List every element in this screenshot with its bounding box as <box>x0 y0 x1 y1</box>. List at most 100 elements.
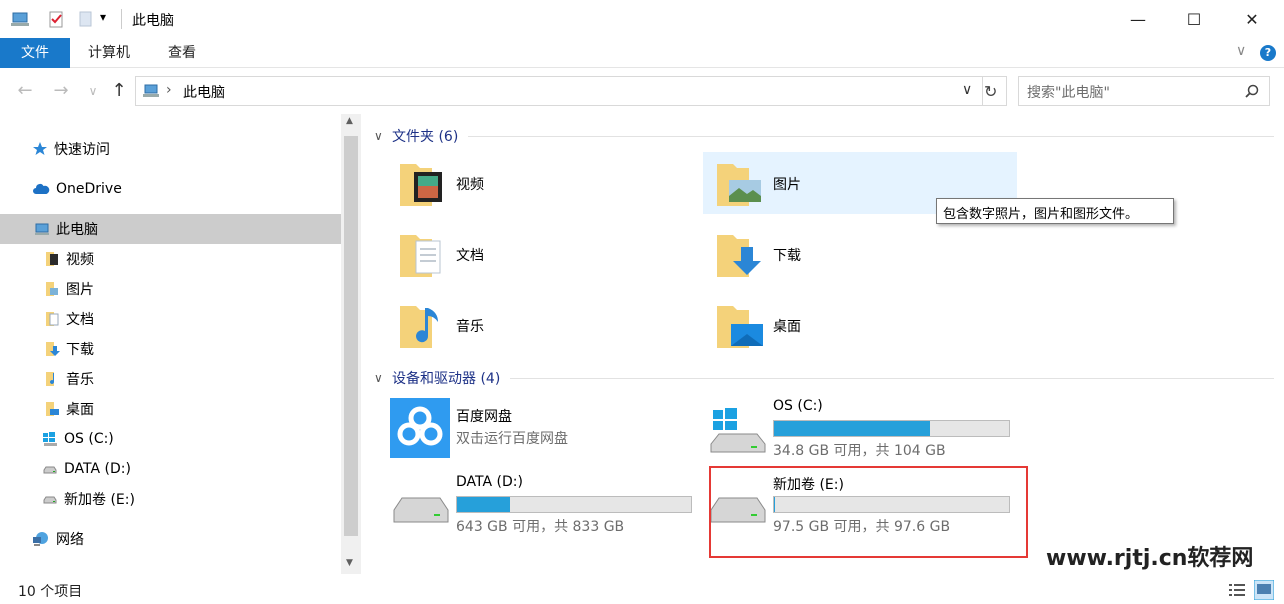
folder-tile-documents[interactable]: 文档 <box>386 223 700 285</box>
divider <box>468 135 1274 137</box>
sidebar-item-label: 下载 <box>66 342 94 358</box>
tab-computer[interactable]: 计算机 <box>70 38 148 68</box>
videos-folder-icon <box>400 164 442 206</box>
sidebar-item-label: 新加卷 (E:) <box>64 492 135 508</box>
folder-tile-downloads[interactable]: 下载 <box>703 223 1017 285</box>
drive-icon <box>43 496 57 504</box>
highlight-box <box>709 466 1028 558</box>
divider <box>121 9 122 29</box>
pictures-folder-icon <box>46 282 58 296</box>
windows-drive-icon <box>710 408 766 453</box>
desktop-folder-icon <box>717 306 763 348</box>
sidebar-item-data-d[interactable]: DATA (D:) <box>0 454 341 484</box>
computer-icon[interactable] <box>10 9 30 29</box>
scroll-down-button[interactable]: ▼ <box>346 558 353 568</box>
tab-file[interactable]: 文件 <box>0 38 70 68</box>
scroll-up-button[interactable]: ▲ <box>346 116 353 126</box>
tile-label: 视频 <box>456 177 484 193</box>
navigation-bar: ← → ∨ ↑ › 此电脑 ∨ ↻ 搜索"此电脑" <box>0 70 1284 112</box>
tile-label: 文档 <box>456 248 484 264</box>
sidebar-item-videos[interactable]: 视频 <box>0 244 341 274</box>
sidebar-item-new-volume-e[interactable]: 新加卷 (E:) <box>0 484 341 514</box>
sidebar-item-pictures[interactable]: 图片 <box>0 274 341 304</box>
watermark-text: www.rjtj.cn软荐网 <box>1046 546 1254 571</box>
sidebar-scrollbar[interactable]: ▲ ▼ <box>341 114 361 574</box>
baidu-netdisk-icon <box>390 398 450 458</box>
tile-label: 下载 <box>773 248 801 264</box>
computer-icon <box>35 223 49 235</box>
folder-tile-desktop[interactable]: 桌面 <box>703 294 1017 356</box>
properties-icon[interactable] <box>46 9 66 29</box>
videos-folder-icon <box>46 252 58 266</box>
recent-locations-dropdown[interactable]: ∨ <box>82 80 104 102</box>
sidebar-item-label: 此电脑 <box>56 222 98 238</box>
sidebar-item-os-c[interactable]: OS (C:) <box>0 424 341 454</box>
folders-group-header[interactable]: ∨ 文件夹 (6) <box>374 126 1274 146</box>
search-icon[interactable] <box>1245 84 1259 98</box>
expand-ribbon-chevron-icon[interactable]: ∨ <box>1236 43 1246 59</box>
group-title: 设备和驱动器 (4) <box>392 371 501 387</box>
downloads-folder-icon <box>717 235 761 277</box>
large-icons-view-icon[interactable] <box>1254 580 1274 600</box>
cloud-icon <box>33 183 50 194</box>
sidebar-item-label: OneDrive <box>56 181 122 197</box>
refresh-button[interactable]: ↻ <box>984 82 997 101</box>
customize-toolbar-dropdown[interactable]: ▾ <box>100 10 106 24</box>
tab-view[interactable]: 查看 <box>150 38 214 68</box>
sidebar-item-desktop[interactable]: 桌面 <box>0 394 341 424</box>
collapse-chevron-icon[interactable]: ∨ <box>374 129 392 143</box>
address-dropdown-chevron-icon[interactable]: ∨ <box>962 82 972 98</box>
device-name: 百度网盘 <box>456 409 512 425</box>
sidebar-item-network[interactable]: 网络 <box>0 524 341 554</box>
computer-icon <box>143 84 159 97</box>
tooltip: 包含数字照片，图片和图形文件。 <box>936 198 1174 224</box>
sidebar-item-label: 视频 <box>66 252 94 268</box>
drive-icon <box>43 466 57 474</box>
breadcrumb-this-pc[interactable]: 此电脑 <box>183 82 225 102</box>
scrollbar-thumb[interactable] <box>344 136 358 536</box>
sidebar-item-downloads[interactable]: 下载 <box>0 334 341 364</box>
help-icon[interactable]: ? <box>1260 45 1276 61</box>
folder-tile-videos[interactable]: 视频 <box>386 152 700 214</box>
forward-button[interactable]: → <box>50 80 72 102</box>
drive-icon <box>393 497 449 523</box>
drive-usage-fill <box>457 497 511 512</box>
address-bar[interactable]: › 此电脑 ∨ <box>135 76 1007 106</box>
desktop-folder-icon <box>46 402 59 416</box>
sidebar-item-this-pc[interactable]: 此电脑 <box>0 214 341 244</box>
pictures-folder-icon <box>717 164 761 206</box>
close-button[interactable]: ✕ <box>1224 0 1280 38</box>
up-button[interactable]: ↑ <box>108 80 130 102</box>
drive-name: DATA (D:) <box>456 474 523 490</box>
sidebar-item-documents[interactable]: 文档 <box>0 304 341 334</box>
downloads-folder-icon <box>46 342 60 356</box>
devices-group-header[interactable]: ∨ 设备和驱动器 (4) <box>374 368 1274 388</box>
navigation-pane: 快速访问 OneDrive 此电脑 视频 图片 文档 下载 音乐 桌面 OS (… <box>0 114 341 574</box>
sidebar-item-music[interactable]: 音乐 <box>0 364 341 394</box>
back-button[interactable]: ← <box>14 80 36 102</box>
sidebar-item-label: 网络 <box>56 532 84 548</box>
minimize-button[interactable]: — <box>1110 0 1166 38</box>
tile-label: 音乐 <box>456 319 484 335</box>
documents-folder-icon <box>46 312 59 326</box>
device-tile-baidu-netdisk[interactable]: 百度网盘 双击运行百度网盘 <box>386 398 700 460</box>
sidebar-item-label: 快速访问 <box>54 142 110 158</box>
drive-usage-fill <box>774 421 931 436</box>
network-icon <box>33 532 48 546</box>
device-subtitle: 双击运行百度网盘 <box>456 431 568 447</box>
sidebar-item-label: 图片 <box>66 282 94 298</box>
folder-tile-music[interactable]: 音乐 <box>386 294 700 356</box>
music-folder-icon <box>400 306 438 348</box>
tile-label: 图片 <box>773 177 801 193</box>
breadcrumb-separator[interactable]: › <box>166 82 172 98</box>
sidebar-item-onedrive[interactable]: OneDrive <box>0 174 341 204</box>
collapse-chevron-icon[interactable]: ∨ <box>374 371 392 385</box>
drive-tile-os-c[interactable]: OS (C:) 34.8 GB 可用，共 104 GB <box>703 398 1023 460</box>
details-view-icon[interactable] <box>1228 582 1246 598</box>
maximize-button[interactable]: ☐ <box>1166 0 1222 38</box>
new-folder-icon[interactable] <box>76 9 96 29</box>
drive-space-info: 643 GB 可用，共 833 GB <box>456 519 625 535</box>
drive-tile-data-d[interactable]: DATA (D:) 643 GB 可用，共 833 GB <box>386 470 706 540</box>
sidebar-item-quick-access[interactable]: 快速访问 <box>0 134 341 164</box>
search-input[interactable]: 搜索"此电脑" <box>1018 76 1270 106</box>
